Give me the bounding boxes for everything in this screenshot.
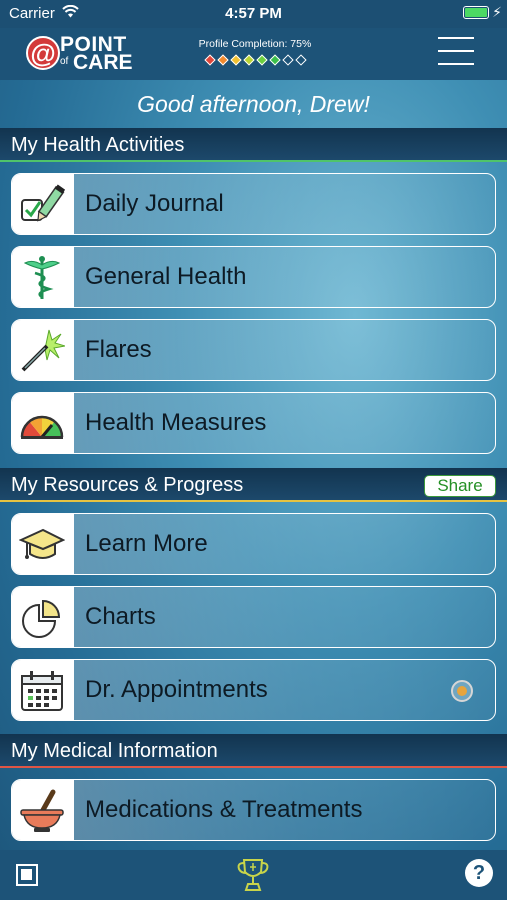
logo-word-of: of: [60, 56, 69, 67]
menu-item-flares[interactable]: Flares: [11, 319, 496, 381]
menu-item-learn-more[interactable]: Learn More: [11, 513, 496, 575]
trophy-icon[interactable]: [234, 856, 272, 894]
hamburger-menu-icon[interactable]: [438, 37, 474, 69]
menu-item-label: Flares: [85, 336, 152, 363]
pie-chart-icon: [22, 599, 61, 638]
progress-diamond: [255, 54, 268, 66]
status-bar: Carrier 4:57 PM ⚡: [0, 0, 507, 28]
journal-pencil-icon: [21, 184, 65, 222]
menu-item-label: Medications & Treatments: [85, 796, 363, 823]
menu-item-label: Daily Journal: [85, 190, 224, 217]
app-header: @ POINT of CARE Profile Completion: 75%: [0, 28, 507, 80]
menu-item-label: Learn More: [85, 530, 208, 557]
section-header-medical-information: My Medical Information: [0, 734, 507, 768]
profile-progress-diamonds: [190, 54, 320, 66]
progress-diamond: [203, 54, 216, 66]
flare-spark-icon: [21, 329, 65, 372]
section-title: My Health Activities: [11, 134, 185, 156]
menu-item-label: General Health: [85, 263, 247, 290]
charging-bolt-icon: ⚡: [492, 4, 502, 20]
logo-at-symbol: @: [26, 36, 60, 70]
section-accent-line: [0, 500, 507, 502]
help-button[interactable]: ?: [465, 859, 493, 887]
calendar-icon: [21, 671, 63, 711]
section-title: My Medical Information: [11, 740, 218, 762]
profile-completion[interactable]: Profile Completion: 75%: [190, 38, 320, 66]
menu-item-dr-appointments[interactable]: Dr. Appointments: [11, 659, 496, 721]
battery-icon: [463, 6, 489, 19]
menu-item-daily-journal[interactable]: Daily Journal: [11, 173, 496, 235]
square-stop-icon[interactable]: [16, 864, 38, 886]
progress-diamond: [268, 54, 281, 66]
greeting-text: Good afternoon, Drew!: [137, 91, 370, 117]
menu-item-health-measures[interactable]: Health Measures: [11, 392, 496, 454]
progress-diamond: [242, 54, 255, 66]
menu-item-label: Dr. Appointments: [85, 676, 268, 703]
section-header-resources-progress: My Resources & Progress Share: [0, 468, 507, 502]
progress-diamond: [294, 54, 307, 66]
menu-item-charts[interactable]: Charts: [11, 586, 496, 648]
progress-diamond: [281, 54, 294, 66]
share-button[interactable]: Share: [424, 475, 496, 497]
appointment-indicator-radio[interactable]: [451, 680, 473, 702]
mortar-pestle-icon: [20, 789, 64, 832]
app-screen: Carrier 4:57 PM ⚡ @ POINT of CARE Profil…: [0, 0, 507, 900]
progress-diamond: [216, 54, 229, 66]
logo-word-care: CARE: [73, 51, 133, 74]
section-accent-line: [0, 766, 507, 768]
caduceus-icon: [23, 256, 61, 299]
section-header-health-activities: My Health Activities: [0, 128, 507, 162]
section-accent-line: [0, 160, 507, 162]
section-title: My Resources & Progress: [11, 474, 244, 496]
graduation-cap-icon: [19, 528, 65, 559]
profile-completion-label: Profile Completion: 75%: [198, 38, 312, 50]
menu-item-general-health[interactable]: General Health: [11, 246, 496, 308]
menu-item-label: Charts: [85, 603, 156, 630]
status-time: 4:57 PM: [225, 5, 282, 22]
menu-item-medications-treatments[interactable]: Medications & Treatments: [11, 779, 496, 841]
menu-item-label: Health Measures: [85, 409, 267, 436]
gauge-icon: [20, 415, 64, 439]
bottom-toolbar: ?: [0, 850, 507, 900]
progress-diamond: [229, 54, 242, 66]
